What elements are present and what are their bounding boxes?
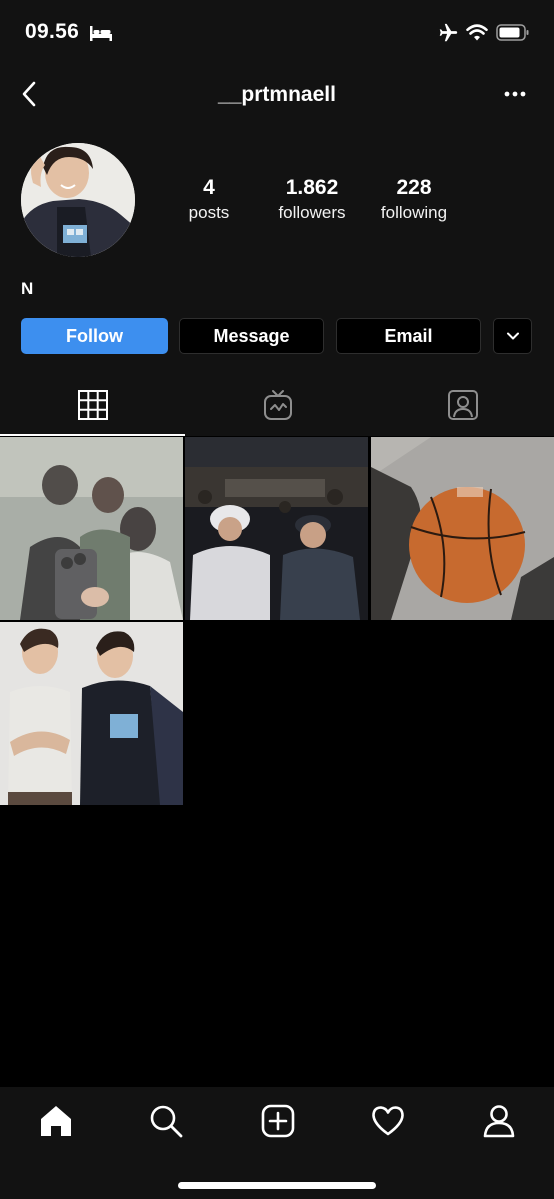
- following-count-value: 228: [396, 176, 432, 199]
- email-button[interactable]: Email: [336, 318, 481, 354]
- home-indicator[interactable]: [178, 1182, 376, 1189]
- igtv-icon: [264, 390, 292, 420]
- post-thumbnail-4[interactable]: [0, 622, 183, 805]
- post-image-basketball: [371, 437, 554, 620]
- followers-count[interactable]: 1.862 followers: [257, 175, 367, 225]
- chevron-down-icon: [506, 332, 519, 340]
- post-image-two-friends: [0, 622, 183, 805]
- bed-icon: [90, 26, 112, 41]
- following-count-label: following: [380, 203, 448, 222]
- home-icon[interactable]: [38, 1103, 74, 1139]
- following-count[interactable]: 228 following: [359, 175, 469, 225]
- post-image-arena-crowd: [185, 437, 368, 620]
- posts-count-label: posts: [188, 203, 230, 222]
- airplane-icon: [439, 23, 458, 42]
- tab-grid[interactable]: [0, 372, 185, 436]
- post-thumbnail-3[interactable]: [371, 437, 554, 620]
- tab-igtv[interactable]: [185, 372, 370, 436]
- post-image-mirror-selfie: [0, 437, 183, 620]
- new-post-icon[interactable]: [260, 1103, 296, 1139]
- message-button[interactable]: Message: [179, 318, 324, 354]
- post-thumbnail-2[interactable]: [185, 437, 368, 620]
- tagged-icon: [448, 390, 478, 420]
- profile-display-name: N: [21, 279, 34, 298]
- battery-icon: [496, 24, 529, 41]
- profile-username: __prtmnaell: [218, 83, 336, 106]
- tab-tagged[interactable]: [370, 372, 554, 436]
- heart-icon[interactable]: [370, 1103, 406, 1139]
- followers-count-label: followers: [278, 203, 346, 222]
- profile-icon[interactable]: [481, 1103, 517, 1139]
- follow-button[interactable]: Follow: [21, 318, 168, 354]
- posts-count: 4 posts: [154, 175, 264, 225]
- suggested-accounts-button[interactable]: [493, 318, 532, 354]
- search-icon[interactable]: [148, 1103, 184, 1139]
- status-bar: 09.56: [0, 0, 554, 66]
- avatar-image: [21, 143, 135, 257]
- more-options-icon[interactable]: [500, 84, 530, 104]
- grid-icon: [78, 390, 108, 420]
- post-thumbnail-1[interactable]: [0, 437, 183, 620]
- profile-avatar[interactable]: [21, 143, 135, 257]
- followers-count-value: 1.862: [285, 176, 339, 199]
- posts-count-value: 4: [203, 176, 215, 199]
- wifi-icon: [466, 24, 488, 41]
- status-time: 09.56: [25, 20, 80, 43]
